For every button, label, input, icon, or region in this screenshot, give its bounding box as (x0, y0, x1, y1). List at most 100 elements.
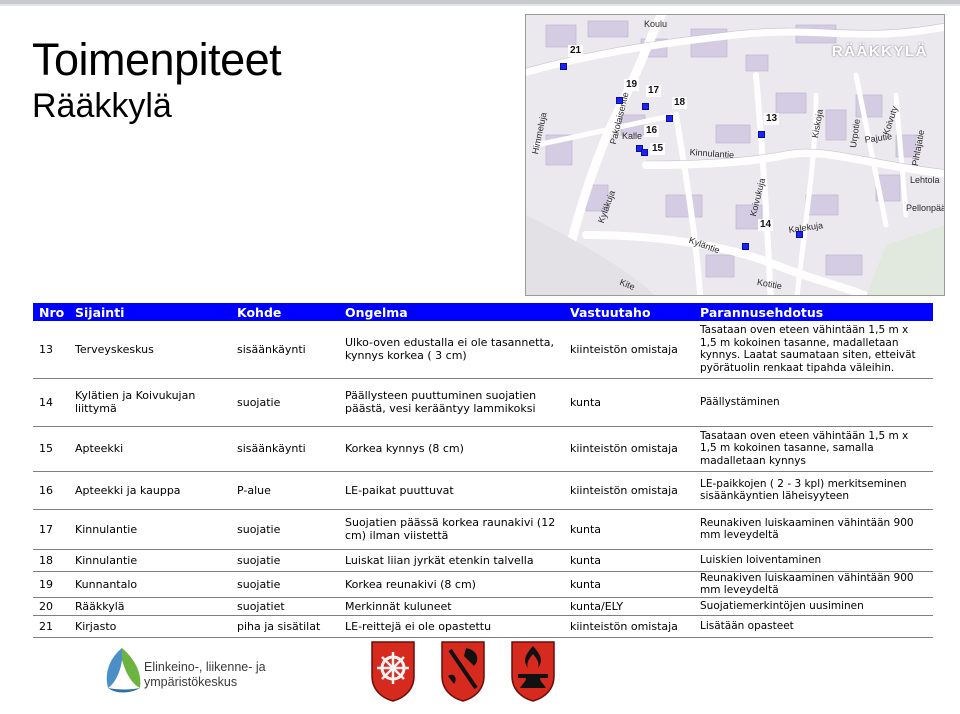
cell-sijainti: Terveyskeskus (69, 321, 231, 379)
cell-ongelma: Korkea kynnys (8 cm) (339, 426, 564, 472)
column-header-kohde: Kohde (231, 303, 339, 321)
ely-logo-text-line2: ympäristökeskus (144, 675, 238, 689)
cell-ongelma: Korkea reunakivi (8 cm) (339, 571, 564, 598)
table-row: 17 Kinnulantie suojatie Suojatien päässä… (33, 509, 933, 550)
table-row: 19 Kunnantalo suojatie Korkea reunakivi … (33, 571, 933, 598)
cell-sijainti: Rääkkylä (69, 597, 231, 616)
cell-ongelma: LE-paikat puuttuvat (339, 471, 564, 510)
cell-kohde: sisäänkäynti (231, 426, 339, 472)
cell-parannusehdotus: Lisätään opasteet (694, 615, 933, 638)
map-marker-label: 18 (672, 97, 688, 109)
map-marker-label: 13 (764, 113, 780, 125)
cell-parannusehdotus: Tasataan oven eteen vähintään 1,5 m x 1,… (694, 321, 933, 379)
column-header-sijainti: Sijainti (69, 303, 231, 321)
ely-centre-logo: Elinkeino-, liikenne- ja ympäristökeskus (100, 644, 300, 700)
cell-vastuutaho: kunta (564, 378, 694, 427)
cell-sijainti: Apteekki (69, 426, 231, 472)
map-marker-label: 21 (568, 45, 584, 57)
cell-vastuutaho: kunta (564, 571, 694, 598)
cell-sijainti: Kylätien ja Koivukujan liittymä (69, 378, 231, 427)
table-row: 18 Kinnulantie suojatie Luiskat liian jy… (33, 549, 933, 572)
cell-parannusehdotus: Tasataan oven eteen vähintään 1,5 m x 1,… (694, 426, 933, 472)
cell-vastuutaho: kunta (564, 549, 694, 572)
cell-sijainti: Kirjasto (69, 615, 231, 638)
map-street-label: Kalle (622, 131, 643, 141)
cell-kohde: suojatie (231, 571, 339, 598)
cell-nro: 19 (33, 571, 69, 598)
cell-ongelma: Suojatien päässä korkea raunakivi (12 cm… (339, 509, 564, 550)
measures-table: Nro Sijainti Kohde Ongelma Vastuutaho Pa… (33, 303, 933, 638)
table-row: 13 Terveyskeskus sisäänkäynti Ulko-oven … (33, 321, 933, 379)
map-street-label: Koulu (644, 19, 668, 29)
cell-kohde: piha ja sisätilat (231, 615, 339, 638)
table-row: 14 Kylätien ja Koivukujan liittymä suoja… (33, 378, 933, 427)
cell-ongelma: LE-reittejä ei ole opastettu (339, 615, 564, 638)
map-street-label: Pellonpää (906, 203, 945, 213)
cell-vastuutaho: kiinteistön omistaja (564, 426, 694, 472)
cell-kohde: suojatie (231, 509, 339, 550)
cell-ongelma: Päällysteen puuttuminen suojatien päästä… (339, 378, 564, 427)
cell-sijainti: Kinnulantie (69, 549, 231, 572)
map-marker-label: 16 (644, 125, 660, 137)
map-marker (666, 115, 673, 122)
ely-leaf-icon (106, 648, 141, 693)
table-row: 21 Kirjasto piha ja sisätilat LE-reittej… (33, 615, 933, 638)
map-marker-label: 14 (758, 219, 774, 231)
map-marker (742, 243, 749, 250)
map-marker-label: 17 (646, 85, 662, 97)
map-marker (642, 103, 649, 110)
ely-logo-text-line1: Elinkeino-, liikenne- ja (144, 660, 266, 674)
cell-nro: 14 (33, 378, 69, 427)
map-marker-label: 15 (650, 143, 666, 155)
map-marker (616, 97, 623, 104)
cell-vastuutaho: kiinteistön omistaja (564, 615, 694, 638)
cell-vastuutaho: kunta (564, 509, 694, 550)
column-header-nro: Nro (33, 303, 69, 321)
page-title: Toimenpiteet (32, 34, 282, 85)
map-street-label: Lehtola (910, 175, 940, 185)
table-row: 20 Rääkkylä suojatiet Merkinnät kuluneet… (33, 597, 933, 616)
cell-kohde: suojatie (231, 378, 339, 427)
cell-sijainti: Kinnulantie (69, 509, 231, 550)
cell-nro: 21 (33, 615, 69, 638)
table-row: 16 Apteekki ja kauppa P-alue LE-paikat p… (33, 471, 933, 510)
table-header-row: Nro Sijainti Kohde Ongelma Vastuutaho Pa… (33, 303, 933, 321)
cell-sijainti: Kunnantalo (69, 571, 231, 598)
cell-parannusehdotus: Suojatiemerkintöjen uusiminen (694, 597, 933, 616)
top-border-shadow (0, 4, 960, 6)
location-map: RÄÄKKYLÄ Koulu Pakolaisentie Kinnulantie… (525, 14, 945, 296)
cell-parannusehdotus: Reunakiven luiskaaminen vähintään 900 mm… (694, 509, 933, 550)
cell-parannusehdotus: LE-paikkojen ( 2 - 3 kpl) merkitseminen … (694, 471, 933, 510)
cell-nro: 15 (33, 426, 69, 472)
cell-kohde: P-alue (231, 471, 339, 510)
anvil-flame-crest-icon (511, 641, 555, 702)
ship-wheel-crest-icon (371, 641, 415, 702)
map-marker (560, 63, 567, 70)
ely-logo-text: Elinkeino-, liikenne- ja ympäristökeskus (144, 660, 266, 690)
cell-kohde: suojatie (231, 549, 339, 572)
map-marker (796, 231, 803, 238)
map-region-label: RÄÄKKYLÄ (831, 43, 928, 60)
cell-nro: 18 (33, 549, 69, 572)
cell-nro: 13 (33, 321, 69, 379)
cell-vastuutaho: kiinteistön omistaja (564, 321, 694, 379)
cell-sijainti: Apteekki ja kauppa (69, 471, 231, 510)
cell-nro: 17 (33, 509, 69, 550)
column-header-vastuutaho: Vastuutaho (564, 303, 694, 321)
map-marker-label: 19 (624, 79, 640, 91)
cell-ongelma: Merkinnät kuluneet (339, 597, 564, 616)
cell-ongelma: Luiskat liian jyrkät etenkin talvella (339, 549, 564, 572)
cell-kohde: suojatiet (231, 597, 339, 616)
cell-vastuutaho: kiinteistön omistaja (564, 471, 694, 510)
column-header-parannusehdotus: Parannusehdotus (694, 303, 933, 321)
map-marker (641, 149, 648, 156)
table-row: 15 Apteekki sisäänkäynti Korkea kynnys (… (33, 426, 933, 472)
cell-ongelma: Ulko-oven edustalla ei ole tasannetta, k… (339, 321, 564, 379)
cell-kohde: sisäänkäynti (231, 321, 339, 379)
cell-parannusehdotus: Reunakiven luiskaaminen vähintään 900 mm… (694, 571, 933, 598)
cell-parannusehdotus: Päällystäminen (694, 378, 933, 427)
cell-vastuutaho: kunta/ELY (564, 597, 694, 616)
cell-nro: 16 (33, 471, 69, 510)
cell-nro: 20 (33, 597, 69, 616)
cell-parannusehdotus: Luiskien loiventaminen (694, 549, 933, 572)
